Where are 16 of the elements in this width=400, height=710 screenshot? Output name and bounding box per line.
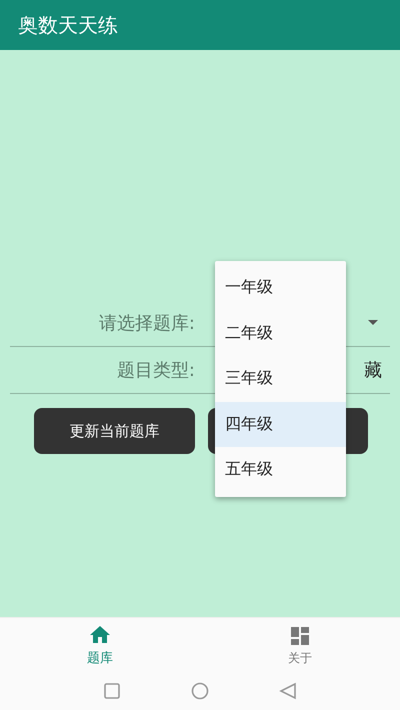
nav-tab[interactable]: 关于 <box>200 618 400 672</box>
dropdown-arrow-icon[interactable] <box>368 320 378 325</box>
recents-icon[interactable] <box>103 682 121 700</box>
menu-item[interactable]: 四年级 <box>215 402 346 447</box>
nav-tab[interactable]: 题库 <box>0 618 200 672</box>
menu-item[interactable]: 一年级 <box>215 265 346 310</box>
field-label: 题目类型: <box>116 359 195 382</box>
app-title: 奥数天天练 <box>18 12 118 38</box>
home-button-icon[interactable] <box>191 682 209 700</box>
update-button[interactable]: 更新当前题库 <box>34 408 194 454</box>
menu-item[interactable]: 五年级 <box>215 447 346 492</box>
back-icon[interactable] <box>279 682 297 700</box>
menu-item[interactable]: 三年级 <box>215 356 346 402</box>
field-label: 请选择题库: <box>98 312 195 335</box>
option-label[interactable]: 藏 <box>364 358 382 382</box>
menu-item[interactable]: 二年级 <box>215 310 346 356</box>
